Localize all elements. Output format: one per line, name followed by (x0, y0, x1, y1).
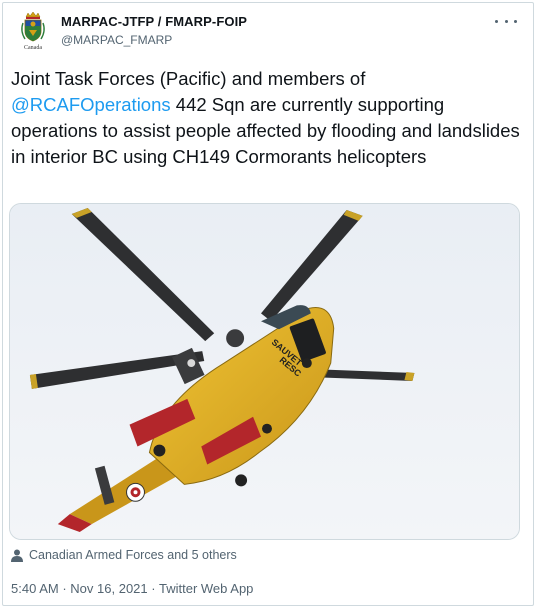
more-horizontal-icon (504, 19, 508, 23)
tweet-photo[interactable]: SAUVET RESC (9, 203, 520, 540)
tagged-users-label: Canadian Armed Forces and 5 others (29, 548, 237, 562)
more-horizontal-icon (495, 19, 498, 23)
display-name[interactable]: MARPAC-JTFP / FMARP-FOIP (61, 14, 247, 30)
meta-separator: · (62, 581, 67, 596)
tweet-source[interactable]: Twitter Web App (159, 581, 253, 596)
author-names: MARPAC-JTFP / FMARP-FOIP @MARPAC_FMARP (61, 14, 247, 48)
mention-link[interactable]: @RCAFOperations (11, 94, 171, 115)
person-icon (11, 549, 23, 562)
more-options-button[interactable] (495, 13, 517, 29)
tweet-card[interactable]: Canada MARPAC-JTFP / FMARP-FOIP @MARPAC_… (2, 2, 534, 606)
tweet-header: Canada MARPAC-JTFP / FMARP-FOIP @MARPAC_… (3, 3, 533, 63)
tweet-time[interactable]: 5:40 AM (11, 581, 59, 596)
tagged-users[interactable]: Canadian Armed Forces and 5 others (11, 548, 237, 562)
meta-separator: · (151, 581, 156, 596)
tweet-text-before: Joint Task Forces (Pacific) and members … (11, 68, 366, 89)
crest-logo-icon: Canada (13, 11, 53, 51)
helicopter-photo: SAUVET RESC (10, 204, 519, 539)
avatar[interactable]: Canada (13, 11, 53, 51)
more-horizontal-icon (514, 19, 517, 23)
avatar-caption: Canada (24, 45, 42, 51)
tweet-date[interactable]: Nov 16, 2021 (70, 581, 147, 596)
tweet-meta: 5:40 AM · Nov 16, 2021 · Twitter Web App (11, 581, 253, 596)
user-handle[interactable]: @MARPAC_FMARP (61, 32, 247, 48)
tweet-text: Joint Task Forces (Pacific) and members … (11, 66, 527, 170)
